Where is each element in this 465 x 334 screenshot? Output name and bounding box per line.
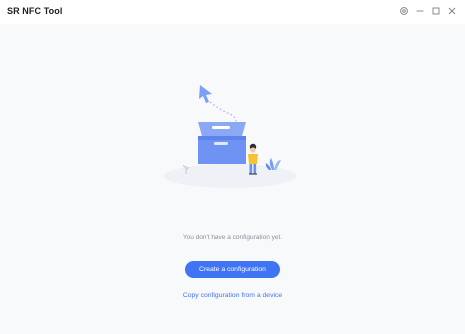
close-icon[interactable] [445,4,459,18]
title-bar: SR NFC Tool [0,0,465,24]
empty-state-message: You don't have a configuration yet. [182,234,283,241]
app-window: SR NFC Tool You don't have a configurati… [0,0,465,334]
app-title: SR NFC Tool [7,6,63,16]
main-content: You don't have a configuration yet. Crea… [0,24,465,334]
copy-configuration-link[interactable]: Copy configuration from a device [0,292,465,299]
window-controls [395,4,459,18]
create-configuration-button[interactable]: Create a configuration [185,261,280,278]
maximize-icon[interactable] [429,4,443,18]
settings-icon[interactable] [397,4,411,18]
empty-state-illustration [164,85,296,188]
minimize-icon[interactable] [413,4,427,18]
